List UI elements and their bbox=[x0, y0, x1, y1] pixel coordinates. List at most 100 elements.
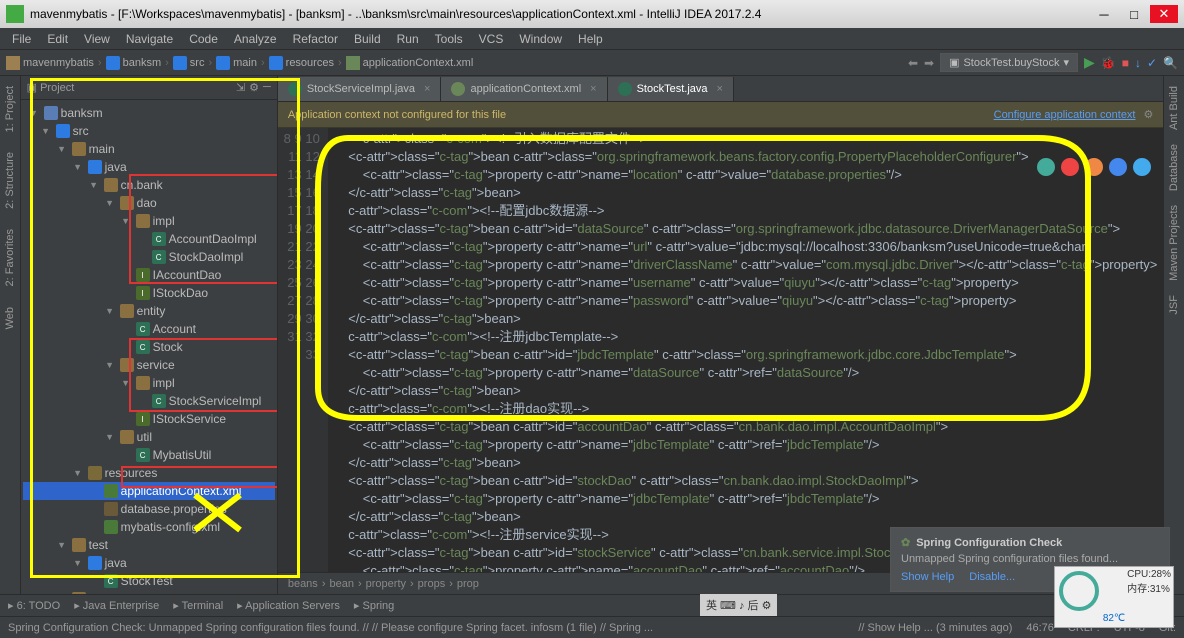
bottom-tool-tab[interactable]: ▸ Application Servers bbox=[237, 599, 340, 612]
tree-node[interactable]: applicationContext.xml bbox=[23, 482, 275, 500]
browser-icon[interactable] bbox=[1085, 158, 1103, 176]
status-item[interactable]: 46:76 bbox=[1026, 622, 1054, 634]
menu-navigate[interactable]: Navigate bbox=[118, 30, 181, 48]
run-config-selector[interactable]: ▣ StockTest.buyStock ▾ bbox=[940, 53, 1078, 72]
tree-node[interactable]: IIStockDao bbox=[23, 284, 275, 302]
xml-breadcrumb-item[interactable]: prop bbox=[457, 578, 479, 590]
gear-icon[interactable]: ⚙ bbox=[249, 81, 259, 94]
minimize-button[interactable]: ─ bbox=[1090, 5, 1118, 23]
browser-icon[interactable] bbox=[1037, 158, 1055, 176]
tree-node[interactable]: CStockTest bbox=[23, 572, 275, 590]
tree-node[interactable]: ▼entity bbox=[23, 302, 275, 320]
vcs-commit-button[interactable]: ✓ bbox=[1147, 56, 1157, 70]
editor-tab[interactable]: StockServiceImpl.java× bbox=[278, 77, 442, 101]
tool-tab[interactable]: 1: Project bbox=[4, 86, 16, 132]
tree-node[interactable]: IIAccountDao bbox=[23, 266, 275, 284]
tree-node[interactable]: ▼banksm bbox=[23, 104, 275, 122]
tree-node[interactable]: CAccountDaoImpl bbox=[23, 230, 275, 248]
code-editor[interactable]: 8 9 10 11 12 13 14 15 16 17 18 19 20 21 … bbox=[278, 128, 1164, 572]
tree-node[interactable]: ▼util bbox=[23, 428, 275, 446]
tool-tab[interactable]: Database bbox=[1168, 144, 1180, 191]
tree-node[interactable]: ▼impl bbox=[23, 374, 275, 392]
breadcrumb-item[interactable]: mavenmybatis bbox=[6, 56, 94, 70]
tool-tab[interactable]: Maven Projects bbox=[1168, 205, 1180, 281]
tree-node[interactable]: CStockDaoImpl bbox=[23, 248, 275, 266]
bottom-tool-tab[interactable]: ▸ Java Enterprise bbox=[74, 599, 159, 612]
menu-analyze[interactable]: Analyze bbox=[226, 30, 285, 48]
menu-run[interactable]: Run bbox=[389, 30, 427, 48]
project-view-label[interactable]: ▣ Project bbox=[27, 81, 75, 94]
tree-node[interactable]: mybatis-config.xml bbox=[23, 518, 275, 536]
menu-help[interactable]: Help bbox=[570, 30, 611, 48]
breadcrumb-item[interactable]: applicationContext.xml bbox=[346, 56, 474, 70]
tree-node[interactable]: ▼resources bbox=[23, 464, 275, 482]
bottom-tool-tab[interactable]: ▸ Spring bbox=[354, 599, 394, 612]
tree-node[interactable]: CAccount bbox=[23, 320, 275, 338]
tree-node[interactable]: IIStockService bbox=[23, 410, 275, 428]
hide-icon[interactable]: ─ bbox=[263, 81, 271, 94]
tree-node[interactable]: ▼java bbox=[23, 554, 275, 572]
tool-tab[interactable]: 2: Favorites bbox=[4, 229, 16, 286]
bottom-tool-tab[interactable]: ▸ Terminal bbox=[173, 599, 223, 612]
tree-node[interactable]: database.properties bbox=[23, 500, 275, 518]
breadcrumb-item[interactable]: src bbox=[173, 56, 205, 70]
tree-node[interactable]: ▼java bbox=[23, 158, 275, 176]
xml-breadcrumb-item[interactable]: beans bbox=[288, 578, 318, 590]
tree-node[interactable]: ▼impl bbox=[23, 212, 275, 230]
menu-window[interactable]: Window bbox=[511, 30, 570, 48]
tree-node[interactable]: ▼dao bbox=[23, 194, 275, 212]
close-button[interactable]: ✕ bbox=[1150, 5, 1178, 23]
browser-icon[interactable] bbox=[1133, 158, 1151, 176]
xml-breadcrumb-item[interactable]: property bbox=[366, 578, 406, 590]
project-tree[interactable]: ▼banksm ▼src▼main▼java▼cn.bank▼dao▼implC… bbox=[21, 100, 277, 594]
tool-tab[interactable]: Ant Build bbox=[1168, 86, 1180, 130]
browser-icon[interactable] bbox=[1061, 158, 1079, 176]
tree-node[interactable]: CStockServiceImpl bbox=[23, 392, 275, 410]
menu-edit[interactable]: Edit bbox=[39, 30, 76, 48]
debug-button[interactable]: 🐞 bbox=[1101, 56, 1116, 70]
close-tab-icon[interactable]: × bbox=[590, 83, 596, 95]
stop-button[interactable]: ■ bbox=[1122, 56, 1129, 70]
breadcrumb-item[interactable]: main bbox=[216, 56, 257, 70]
tree-node[interactable]: CStock bbox=[23, 338, 275, 356]
xml-breadcrumb-item[interactable]: bean bbox=[329, 578, 353, 590]
run-button[interactable]: ▶ bbox=[1084, 54, 1095, 71]
menu-vcs[interactable]: VCS bbox=[471, 30, 512, 48]
menu-tools[interactable]: Tools bbox=[427, 30, 471, 48]
ime-toolbar[interactable]: 英 ⌨ ♪ 后 ⚙ bbox=[700, 594, 777, 616]
code-lines[interactable]: c-attr">class="c-com"><!--引入数据库配置文件--> <… bbox=[328, 128, 1164, 572]
tree-node[interactable]: ▼src bbox=[23, 122, 275, 140]
close-tab-icon[interactable]: × bbox=[717, 83, 723, 95]
bottom-tool-tab[interactable]: ▸ 6: TODO bbox=[8, 599, 60, 612]
search-icon[interactable]: 🔍 bbox=[1163, 56, 1178, 70]
gear-icon[interactable]: ⚙ bbox=[1144, 108, 1154, 121]
tree-node[interactable]: ▼cn.bank bbox=[23, 176, 275, 194]
tree-node[interactable]: ▼test bbox=[23, 536, 275, 554]
menu-refactor[interactable]: Refactor bbox=[285, 30, 346, 48]
close-tab-icon[interactable]: × bbox=[424, 83, 430, 95]
show-help-link[interactable]: Show Help bbox=[901, 571, 954, 583]
vcs-update-button[interactable]: ↓ bbox=[1135, 56, 1141, 70]
menu-file[interactable]: File bbox=[4, 30, 39, 48]
browser-icon[interactable] bbox=[1109, 158, 1127, 176]
disable-link[interactable]: Disable... bbox=[969, 571, 1015, 583]
tree-node[interactable]: ▼service bbox=[23, 356, 275, 374]
menu-code[interactable]: Code bbox=[181, 30, 226, 48]
tool-tab[interactable]: 2: Structure bbox=[4, 152, 16, 209]
breadcrumb-item[interactable]: banksm bbox=[106, 56, 162, 70]
menu-view[interactable]: View bbox=[76, 30, 118, 48]
menu-build[interactable]: Build bbox=[346, 30, 389, 48]
back-button[interactable]: ⬅ bbox=[908, 56, 918, 70]
tree-node[interactable]: CMybatisUtil bbox=[23, 446, 275, 464]
editor-tab[interactable]: StockTest.java× bbox=[608, 77, 734, 101]
tool-tab[interactable]: Web bbox=[4, 307, 16, 329]
forward-button[interactable]: ➡ bbox=[924, 56, 934, 70]
configure-context-link[interactable]: Configure application context bbox=[994, 109, 1136, 121]
editor-tab[interactable]: applicationContext.xml× bbox=[441, 77, 607, 101]
tool-tab[interactable]: JSF bbox=[1168, 295, 1180, 315]
tree-node[interactable]: ▼main bbox=[23, 140, 275, 158]
status-item[interactable]: // Show Help ... (3 minutes ago) bbox=[858, 622, 1012, 634]
collapse-all-icon[interactable]: ⇲ bbox=[236, 81, 245, 94]
maximize-button[interactable]: □ bbox=[1120, 5, 1148, 23]
xml-breadcrumb-item[interactable]: props bbox=[418, 578, 446, 590]
